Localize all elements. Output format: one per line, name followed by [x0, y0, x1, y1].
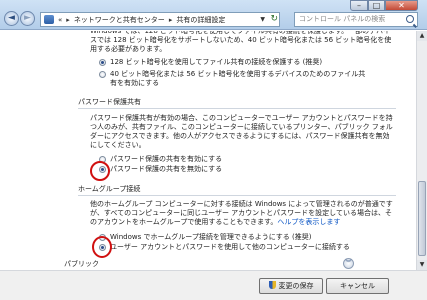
breadcrumb-separator-icon[interactable]: ▸ [66, 16, 70, 24]
help-link[interactable]: ヘルプを表示します [277, 218, 340, 226]
password-sharing-heading: パスワード保護共有 [78, 98, 141, 106]
encryption-description: Windows では、128 ビット暗号化を使用してファイル共有の接続を保護しま… [90, 31, 392, 53]
settings-content: Windows では、128 ビット暗号化を使用してファイル共有の接続を保護しま… [0, 31, 416, 270]
control-panel-icon [44, 15, 54, 24]
highlight-circle [90, 161, 110, 181]
public-heading[interactable]: パブリック [64, 259, 99, 269]
breadcrumb-advanced-sharing[interactable]: 共有の詳細設定 [176, 15, 225, 25]
homegroup-heading: ホームグループ接続 [78, 185, 141, 193]
scroll-down-icon[interactable]: ▼ [417, 260, 427, 270]
address-dropdown-icon[interactable]: ▼ [260, 13, 265, 26]
radio-button[interactable] [99, 59, 106, 66]
scroll-thumb[interactable] [418, 181, 426, 256]
close-button[interactable]: ✕ [385, 0, 418, 11]
minimize-button[interactable]: – [350, 0, 368, 11]
title-bar: – □ ✕ ◄ ► « ▸ ネットワークと共有センター ▸ 共有の詳細設定 ▼ … [0, 0, 427, 30]
radio-option-128bit[interactable]: 128 ビット暗号化を使用してファイル共有の接続を保護する (推奨) [99, 58, 369, 67]
scroll-up-icon[interactable]: ▲ [417, 31, 427, 41]
breadcrumb-overflow[interactable]: « [58, 16, 62, 24]
shield-icon [268, 281, 276, 289]
homegroup-description: 他のホームグループ コンピューターに対する接続は Windows によって管理さ… [90, 200, 393, 226]
back-icon[interactable]: ◄ [4, 11, 19, 26]
forward-icon[interactable]: ► [20, 11, 35, 26]
breadcrumb-network-center[interactable]: ネットワークと共有センター [74, 15, 165, 25]
expand-chevron-icon[interactable]: ︾ [343, 258, 354, 269]
radio-option-40-56bit[interactable]: 40 ビット暗号化または 56 ビット暗号化を使用するデバイスのためのファイル共… [99, 70, 369, 88]
highlight-circle [92, 236, 112, 258]
refresh-icon[interactable]: ↻ [270, 13, 278, 26]
password-sharing-description: パスワード保護共有が有効の場合、このコンピューターでユーザー アカウントとパスワ… [90, 114, 393, 149]
nav-arrows: ◄ ► [4, 11, 35, 27]
radio-button[interactable] [99, 71, 106, 78]
search-input[interactable]: コントロール パネルの検索 [294, 12, 418, 27]
save-changes-button[interactable]: 変更の保存 [259, 278, 323, 294]
divider [78, 108, 396, 109]
maximize-button[interactable]: □ [368, 0, 385, 11]
vertical-scrollbar[interactable]: ▲ ▼ [416, 31, 427, 270]
radio-option-windows-managed[interactable]: Windows でホームグループ接続を管理できるようにする (推奨) [99, 233, 369, 242]
breadcrumb-separator-icon[interactable]: ▸ [169, 16, 173, 24]
radio-option-password-off[interactable]: パスワード保護の共有を無効にする [99, 165, 369, 174]
divider [78, 195, 396, 196]
button-bar: 変更の保存 キャンセル [0, 270, 427, 300]
cancel-button[interactable]: キャンセル [326, 278, 389, 294]
search-icon[interactable] [406, 15, 414, 23]
radio-option-password-on[interactable]: パスワード保護の共有を有効にする [99, 155, 369, 164]
search-placeholder: コントロール パネルの検索 [299, 15, 386, 23]
radio-option-user-account[interactable]: ユーザー アカウントとパスワードを使用して他のコンピューターに接続する [99, 243, 369, 252]
address-bar[interactable]: « ▸ ネットワークと共有センター ▸ 共有の詳細設定 ▼ ↻ [40, 12, 280, 27]
